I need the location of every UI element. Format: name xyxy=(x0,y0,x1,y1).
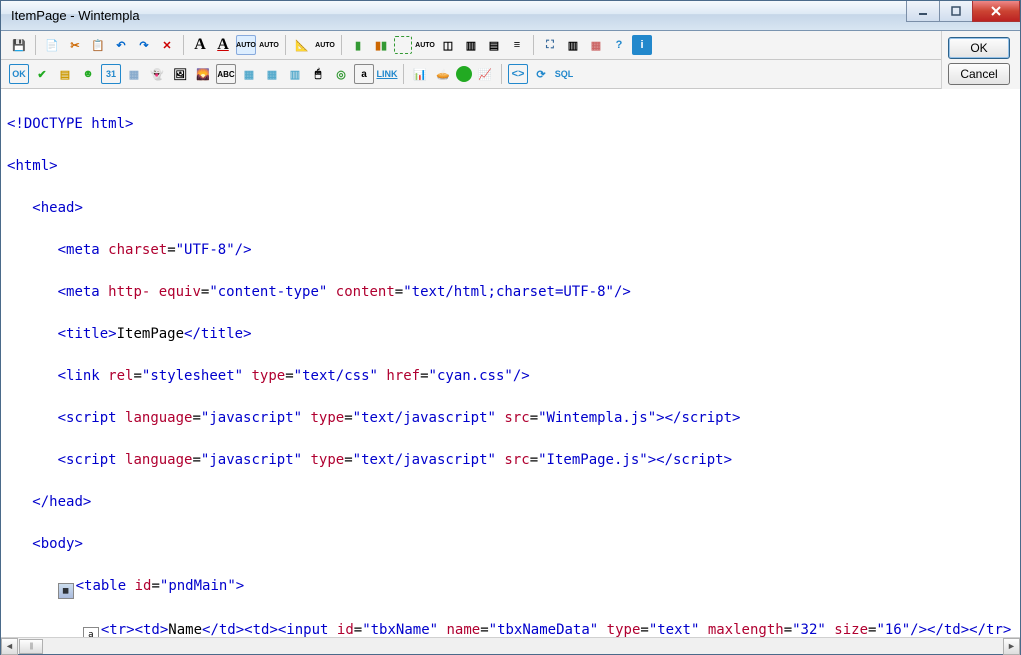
align3-icon[interactable]: ▤ xyxy=(484,35,504,55)
panel-icon[interactable]: ▥ xyxy=(285,64,305,84)
auto3-icon[interactable]: AUTO xyxy=(315,35,335,55)
delete-icon[interactable]: ✕ xyxy=(157,35,177,55)
undo-icon[interactable]: ↶ xyxy=(111,35,131,55)
scroll-thumb[interactable]: ||| xyxy=(19,639,43,654)
wall-icon[interactable]: ▦ xyxy=(586,35,606,55)
emoji-icon[interactable]: ☻ xyxy=(78,64,98,84)
columns-icon[interactable]: ▥ xyxy=(563,35,583,55)
select-icon[interactable] xyxy=(394,36,412,54)
code-line: <!DOCTYPE html> xyxy=(7,114,1014,135)
sql-icon[interactable]: SQL xyxy=(554,64,574,84)
app-window: ItemPage - Wintempla 💾 📄 ✂ 📋 ↶ ↷ ✕ A A A… xyxy=(0,0,1021,655)
align4-icon[interactable]: ≡ xyxy=(507,35,527,55)
save-icon[interactable]: 💾 xyxy=(9,35,29,55)
record-icon[interactable] xyxy=(456,66,472,82)
target-icon[interactable]: ◎ xyxy=(331,64,351,84)
maximize-button[interactable] xyxy=(939,1,973,22)
code-line: <body> xyxy=(7,534,1014,555)
form-icon[interactable]: ▦ xyxy=(124,64,144,84)
code-line: <head> xyxy=(7,198,1014,219)
align2-icon[interactable]: ▥ xyxy=(461,35,481,55)
scroll-right-button[interactable]: ► xyxy=(1003,638,1020,655)
info-icon[interactable]: i xyxy=(632,35,652,55)
link-icon[interactable]: LINK xyxy=(377,64,397,84)
toolbar-row-1: 💾 📄 ✂ 📋 ↶ ↷ ✕ A A AUTO AUTO 📐 AUTO ▮ ▮▮ xyxy=(1,31,941,60)
titlebar[interactable]: ItemPage - Wintempla xyxy=(1,1,1020,31)
font-icon[interactable]: A xyxy=(213,35,233,55)
piechart-icon[interactable]: 🥧 xyxy=(433,64,453,84)
code-line: a<tr><td>Name</td><td><input id="tbxName… xyxy=(7,620,1014,637)
code-line: ▦<table id="pndMain"> xyxy=(7,576,1014,599)
code-icon[interactable]: <> xyxy=(508,64,528,84)
textbox-element-icon: a xyxy=(83,627,99,637)
abc-icon[interactable]: ABC xyxy=(216,64,236,84)
code-editor[interactable]: <!DOCTYPE html> <html> <head> <meta char… xyxy=(1,89,1020,637)
scroll-left-button[interactable]: ◄ xyxy=(1,638,18,655)
cancel-button[interactable]: Cancel xyxy=(948,63,1010,85)
picture-icon[interactable]: 🖼 xyxy=(170,64,190,84)
copy-icon[interactable]: 📄 xyxy=(42,35,62,55)
code-line: <script language="javascript" type="text… xyxy=(7,450,1014,471)
code-line: </head> xyxy=(7,492,1014,513)
window-title: ItemPage - Wintempla xyxy=(11,8,140,23)
list-icon[interactable]: ▤ xyxy=(55,64,75,84)
code-line: <title>ItemPage</title> xyxy=(7,324,1014,345)
auto2-icon[interactable]: AUTO xyxy=(259,35,279,55)
dialog-buttons: OK Cancel xyxy=(941,31,1020,89)
image-icon[interactable]: 🌄 xyxy=(193,64,213,84)
help-icon[interactable]: ? xyxy=(609,35,629,55)
table-element-icon: ▦ xyxy=(58,583,74,599)
check-icon[interactable]: ✔ xyxy=(32,64,52,84)
mouse-icon[interactable]: 🖱 xyxy=(308,64,328,84)
auto4-icon[interactable]: AUTO xyxy=(415,35,435,55)
refresh-icon[interactable]: ⟳ xyxy=(531,64,551,84)
horizontal-scrollbar[interactable]: ◄ ||| ► xyxy=(1,637,1020,654)
minimize-button[interactable] xyxy=(906,1,940,22)
toolbar-area: 💾 📄 ✂ 📋 ↶ ↷ ✕ A A AUTO AUTO 📐 AUTO ▮ ▮▮ xyxy=(1,31,1020,89)
grid-icon[interactable]: ▦ xyxy=(239,64,259,84)
align1-icon[interactable]: ◫ xyxy=(438,35,458,55)
paste-icon[interactable]: 📋 xyxy=(88,35,108,55)
barchart-icon[interactable]: 📊 xyxy=(410,64,430,84)
tool-icon[interactable]: 📐 xyxy=(292,35,312,55)
table-icon[interactable]: ▦ xyxy=(262,64,282,84)
toolbar-row-2: OK ✔ ▤ ☻ 31 ▦ 👻 🖼 🌄 ABC ▦ ▦ ▥ 🖱 ◎ a LINK… xyxy=(1,60,941,89)
chart2-icon[interactable]: ▮▮ xyxy=(371,35,391,55)
code-line: <meta http- equiv="content-type" content… xyxy=(7,282,1014,303)
bold-icon[interactable]: A xyxy=(190,35,210,55)
code-line: <meta charset="UTF-8"/> xyxy=(7,240,1014,261)
ok-button[interactable]: OK xyxy=(948,37,1010,59)
ok-icon[interactable]: OK xyxy=(9,64,29,84)
trend-icon[interactable]: 📈 xyxy=(475,64,495,84)
close-button[interactable] xyxy=(972,1,1020,22)
chart1-icon[interactable]: ▮ xyxy=(348,35,368,55)
auto-icon[interactable]: AUTO xyxy=(236,35,256,55)
textbox-icon[interactable]: a xyxy=(354,64,374,84)
cut-icon[interactable]: ✂ xyxy=(65,35,85,55)
code-line: <html> xyxy=(7,156,1014,177)
redo-icon[interactable]: ↷ xyxy=(134,35,154,55)
calendar-icon[interactable]: 31 xyxy=(101,64,121,84)
expand-icon[interactable]: ⛶ xyxy=(540,35,560,55)
code-line: <script language="javascript" type="text… xyxy=(7,408,1014,429)
code-line: <link rel="stylesheet" type="text/css" h… xyxy=(7,366,1014,387)
window-controls xyxy=(907,1,1020,22)
ghost-icon[interactable]: 👻 xyxy=(147,64,167,84)
